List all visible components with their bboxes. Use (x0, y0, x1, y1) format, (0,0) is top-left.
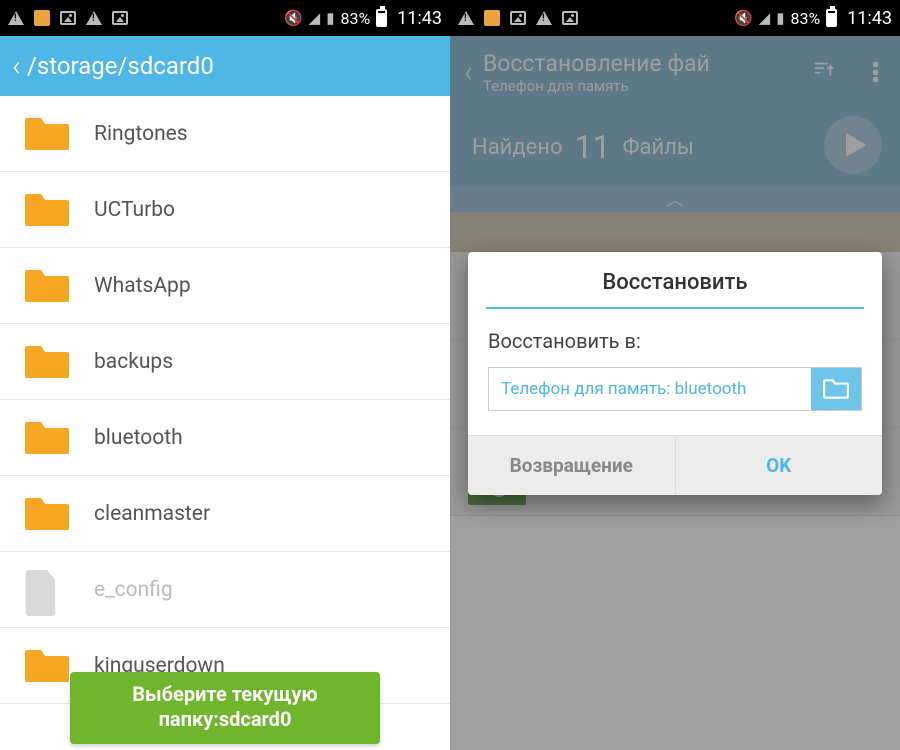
image-icon (562, 10, 578, 26)
folder-icon (22, 266, 72, 306)
list-item[interactable]: bluetooth (0, 400, 450, 476)
wifi-icon: ◢ (309, 9, 321, 27)
file-icon (22, 570, 72, 610)
list-item[interactable]: e_config (0, 552, 450, 628)
path-header[interactable]: ‹ /storage/sdcard0 (0, 36, 450, 96)
phone-left: ! ! 🔇 ◢ ▮ 83% 11:43 ‹ /storage/sdcard0 R… (0, 0, 450, 750)
folder-icon (22, 114, 72, 154)
battery-percent: 83% (790, 9, 820, 28)
list-item[interactable]: WhatsApp (0, 248, 450, 324)
item-label: backups (94, 350, 173, 374)
folder-icon (22, 342, 72, 382)
back-icon[interactable]: ‹ (12, 49, 21, 84)
folder-icon (22, 418, 72, 458)
dialog-label: Восстановить в: (488, 329, 862, 353)
image-icon (60, 10, 76, 26)
clock: 11:43 (397, 8, 442, 29)
dialog-cancel-button[interactable]: Возвращение (468, 436, 676, 495)
wifi-icon: ◢ (759, 9, 771, 27)
status-bar: ! ! 🔇 ◢ ▮ 83% 11:43 (0, 0, 450, 36)
signal-icon: ▮ (776, 9, 784, 27)
app-notification-icon (34, 10, 50, 26)
folder-icon (22, 646, 72, 686)
item-label: Ringtones (94, 122, 188, 146)
browse-button[interactable] (811, 368, 861, 410)
status-bar: ! ! 🔇 ◢ ▮ 83% 11:43 (450, 0, 900, 36)
mute-icon: 🔇 (284, 9, 303, 27)
warning-icon: ! (86, 10, 102, 26)
image-icon (112, 10, 128, 26)
item-label: UCTurbo (94, 198, 175, 222)
list-item[interactable]: cleanmaster (0, 476, 450, 552)
folder-icon (22, 190, 72, 230)
folder-icon (22, 494, 72, 534)
battery-percent: 83% (340, 9, 370, 28)
restore-dialog: Восстановить Восстановить в: Телефон для… (468, 252, 882, 495)
folder-open-icon (823, 378, 849, 400)
folder-list: Ringtones UCTurbo WhatsApp backups bluet… (0, 96, 450, 704)
current-path: /storage/sdcard0 (27, 52, 214, 80)
select-folder-button[interactable]: Выберите текущую папку:sdcard0 (70, 672, 380, 744)
item-label: WhatsApp (94, 274, 191, 298)
warning-icon: ! (8, 10, 24, 26)
app-notification-icon (484, 10, 500, 26)
clock: 11:43 (847, 8, 892, 29)
item-label: bluetooth (94, 426, 183, 450)
dialog-title: Восстановить (468, 252, 882, 307)
dialog-ok-button[interactable]: OK (676, 436, 883, 495)
signal-icon: ▮ (326, 9, 334, 27)
battery-icon (826, 9, 837, 27)
warning-icon: ! (458, 10, 474, 26)
item-label: e_config (94, 578, 173, 602)
list-item[interactable]: UCTurbo (0, 172, 450, 248)
destination-input[interactable]: Телефон для память: bluetooth (489, 368, 811, 410)
item-label: cleanmaster (94, 502, 210, 526)
list-item[interactable]: backups (0, 324, 450, 400)
battery-icon (376, 9, 387, 27)
image-icon (510, 10, 526, 26)
warning-icon: ! (536, 10, 552, 26)
mute-icon: 🔇 (734, 9, 753, 27)
list-item[interactable]: Ringtones (0, 96, 450, 172)
phone-right: ! ! 🔇 ◢ ▮ 83% 11:43 ‹ Восстановление фай… (450, 0, 900, 750)
